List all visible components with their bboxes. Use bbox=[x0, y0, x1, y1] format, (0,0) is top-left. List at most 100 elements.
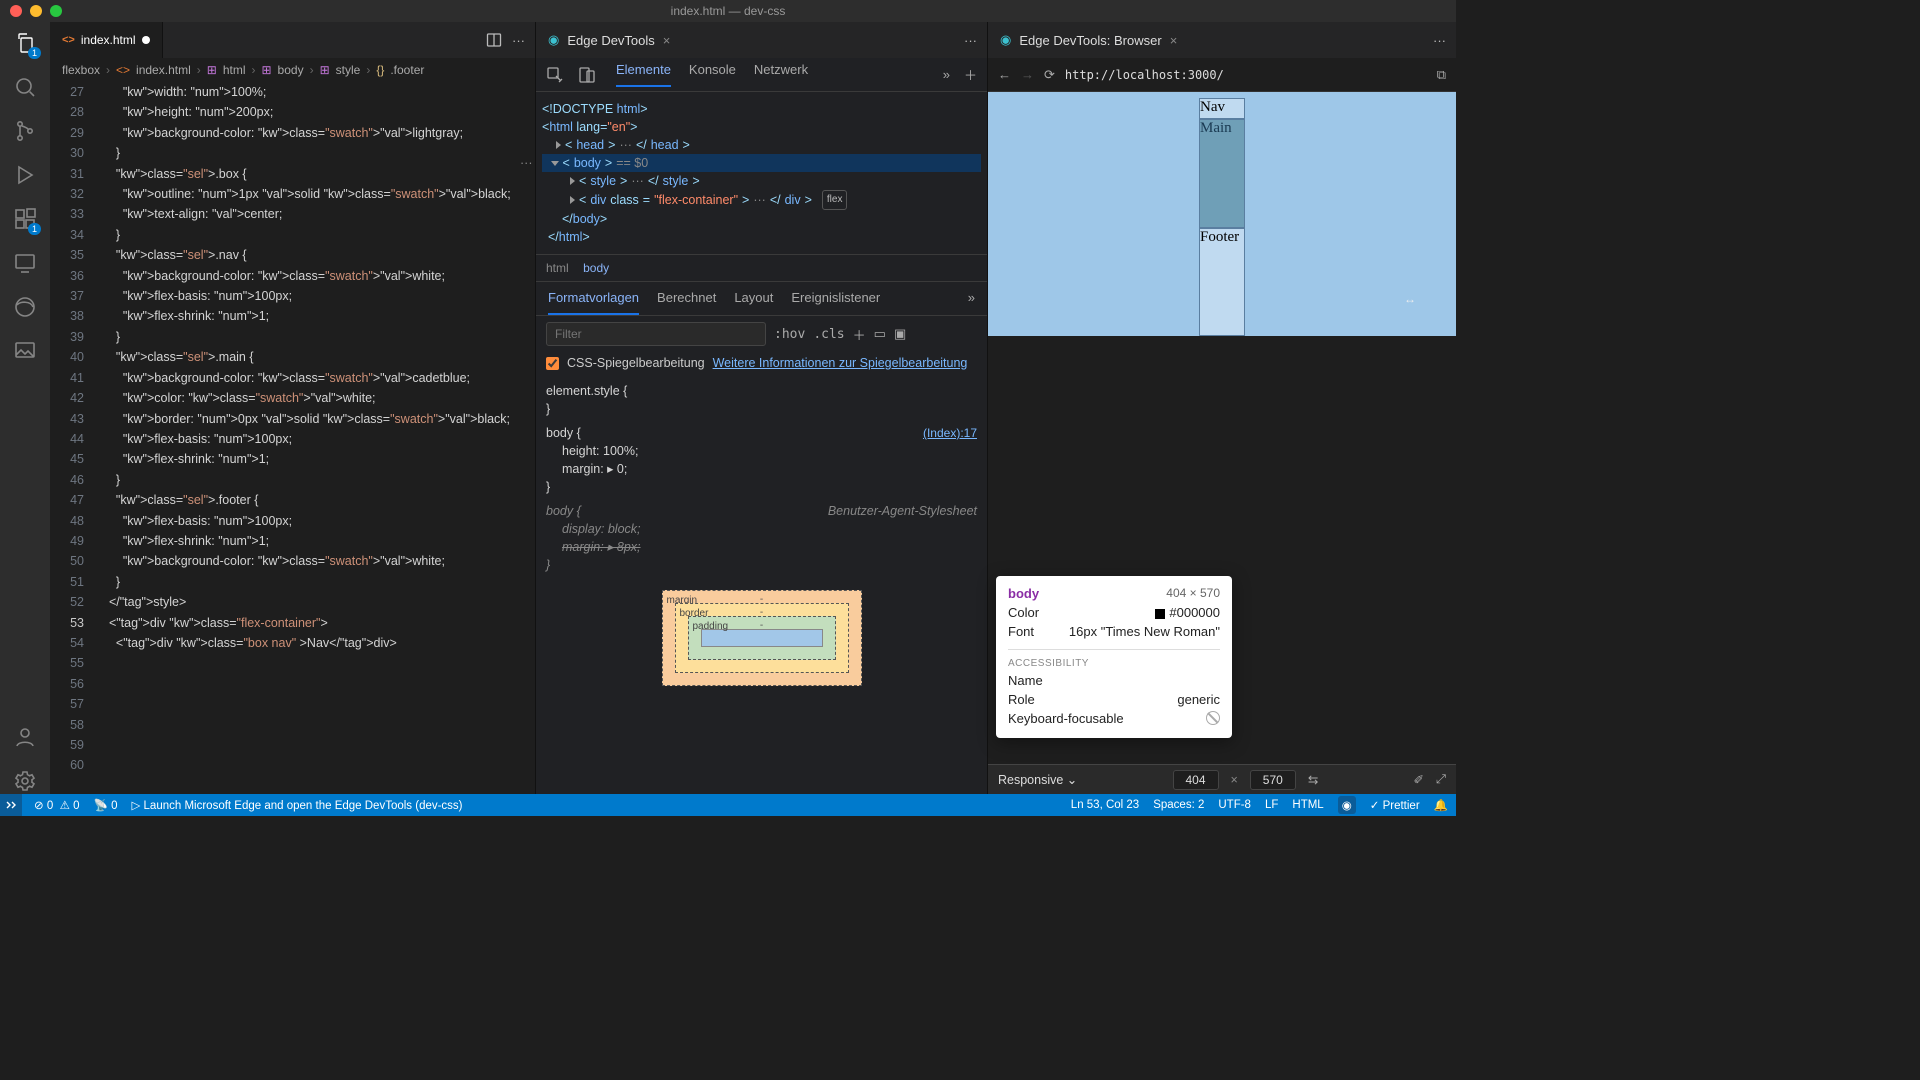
inspect-color-label: Color bbox=[1008, 605, 1039, 620]
rendered-page[interactable]: Nav Main Footer ↔ bbox=[988, 92, 1456, 336]
reload-icon[interactable]: ⟳ bbox=[1044, 67, 1055, 83]
activity-bar: 1 1 bbox=[0, 22, 50, 794]
css-mirror-label: CSS-Spiegelbearbeitung bbox=[567, 356, 705, 370]
edge-logo-icon: ◉ bbox=[548, 32, 559, 48]
remote-icon[interactable] bbox=[12, 250, 38, 276]
more-panels-icon[interactable]: » bbox=[943, 67, 950, 82]
settings-gear-icon[interactable] bbox=[12, 768, 38, 794]
breadcrumb-item[interactable]: flexbox bbox=[62, 63, 100, 77]
status-bell-icon[interactable]: 🔔 bbox=[1434, 798, 1448, 812]
breadcrumb-item[interactable]: html bbox=[223, 63, 246, 77]
inspect-accessibility-header: ACCESSIBILITY bbox=[1008, 649, 1220, 669]
viewport-width-input[interactable] bbox=[1173, 770, 1219, 790]
explorer-badge: 1 bbox=[28, 47, 41, 59]
close-icon[interactable]: × bbox=[663, 33, 671, 48]
back-icon[interactable]: ← bbox=[998, 67, 1011, 82]
status-cursor[interactable]: Ln 53, Col 23 bbox=[1071, 799, 1139, 811]
forward-icon[interactable]: → bbox=[1021, 67, 1034, 82]
dom-tree[interactable]: <!DOCTYPE html> <html lang="en"> <head> … bbox=[536, 92, 987, 254]
status-launch-hint[interactable]: ▷ Launch Microsoft Edge and open the Edg… bbox=[131, 798, 462, 812]
add-rule-icon[interactable]: ＋ bbox=[853, 325, 866, 344]
close-window-icon[interactable] bbox=[10, 5, 22, 17]
inspect-name-label: Name bbox=[1008, 673, 1043, 688]
tab-styles[interactable]: Formatvorlagen bbox=[548, 290, 639, 315]
minimize-window-icon[interactable] bbox=[30, 5, 42, 17]
dom-breadcrumb[interactable]: html body bbox=[536, 254, 987, 282]
line-gutter: 2728293031323334353637383940414243444546… bbox=[50, 82, 102, 794]
inspect-role-value: generic bbox=[1177, 692, 1220, 707]
devtools-tab-label: Edge DevTools bbox=[567, 33, 654, 48]
code-editor[interactable]: "kw">width: "num">100%; "kw">height: "nu… bbox=[102, 82, 535, 794]
browser-tab[interactable]: ◉ Edge DevTools: Browser × bbox=[988, 22, 1189, 58]
breadcrumb-item[interactable]: .footer bbox=[390, 63, 424, 77]
status-eol[interactable]: LF bbox=[1265, 799, 1278, 811]
status-edge-icon[interactable]: ◉ bbox=[1338, 796, 1356, 814]
open-external-icon[interactable]: ⧉ bbox=[1437, 67, 1446, 83]
box-model-diagram[interactable]: margin- border- padding- bbox=[662, 590, 862, 686]
html-file-icon: <> bbox=[62, 34, 75, 46]
search-icon[interactable] bbox=[12, 74, 38, 100]
account-icon[interactable] bbox=[12, 724, 38, 750]
screenshot-icon[interactable]: ✐ bbox=[1414, 772, 1424, 787]
preview-main-box: Main bbox=[1199, 119, 1245, 227]
mac-titlebar: index.html — dev-css bbox=[0, 0, 1456, 22]
status-spaces[interactable]: Spaces: 2 bbox=[1153, 799, 1204, 811]
hov-toggle[interactable]: :hov bbox=[774, 327, 805, 342]
status-lang[interactable]: HTML bbox=[1292, 799, 1323, 811]
styles-filter-input[interactable] bbox=[546, 322, 766, 346]
tab-layout[interactable]: Layout bbox=[734, 290, 773, 315]
flex-editor-icon[interactable]: ▭ bbox=[874, 326, 886, 342]
tab-listeners[interactable]: Ereignislistener bbox=[791, 290, 880, 315]
tab-network[interactable]: Netzwerk bbox=[754, 62, 808, 87]
css-mirror-link[interactable]: Weitere Informationen zur Spiegelbearbei… bbox=[713, 356, 968, 370]
breadcrumb[interactable]: flexbox› <>index.html› ⊞html› ⊞body› ⊞st… bbox=[50, 58, 535, 82]
status-errors[interactable]: ⊘ 0 ⚠ 0 bbox=[34, 798, 80, 812]
inspect-font-label: Font bbox=[1008, 624, 1034, 639]
device-mode-select[interactable]: Responsive ⌄ bbox=[998, 772, 1077, 787]
inspect-dimensions: 404 × 570 bbox=[1166, 586, 1220, 600]
inspect-focus-label: Keyboard-focusable bbox=[1008, 711, 1124, 726]
extensions-icon[interactable]: 1 bbox=[12, 206, 38, 232]
breadcrumb-item[interactable]: style bbox=[336, 63, 361, 77]
status-prettier[interactable]: ✓ Prettier bbox=[1370, 798, 1420, 812]
cls-toggle[interactable]: .cls bbox=[813, 327, 844, 342]
fullscreen-preview-icon[interactable]: ⤢ bbox=[1436, 772, 1446, 787]
device-toggle-icon[interactable] bbox=[578, 66, 596, 84]
image-preview-icon[interactable] bbox=[12, 338, 38, 364]
split-editor-icon[interactable] bbox=[486, 32, 502, 48]
add-panel-icon[interactable]: ＋ bbox=[964, 65, 977, 84]
tab-computed[interactable]: Berechnet bbox=[657, 290, 716, 315]
fullscreen-window-icon[interactable] bbox=[50, 5, 62, 17]
viewport-height-input[interactable] bbox=[1250, 770, 1296, 790]
element-inspect-tooltip: body404 × 570 Color#000000 Font16px "Tim… bbox=[996, 576, 1232, 738]
more-subtabs-icon[interactable]: » bbox=[968, 290, 975, 315]
rotate-icon[interactable]: ⇆ bbox=[1308, 772, 1318, 787]
styles-pane[interactable]: element.style { } body {(Index):17 heigh… bbox=[536, 378, 987, 690]
remote-indicator-icon[interactable] bbox=[0, 794, 22, 816]
resize-handle-icon[interactable]: ↔ bbox=[1404, 292, 1416, 306]
close-icon[interactable]: × bbox=[1170, 33, 1178, 48]
css-mirror-checkbox[interactable] bbox=[546, 357, 559, 370]
window-title: index.html — dev-css bbox=[671, 4, 786, 18]
breadcrumb-item[interactable]: body bbox=[278, 63, 304, 77]
url-bar[interactable]: http://localhost:3000/ bbox=[1065, 68, 1427, 82]
computed-toggle-icon[interactable]: ▣ bbox=[894, 326, 906, 342]
explorer-icon[interactable]: 1 bbox=[12, 30, 38, 56]
more-actions-icon[interactable]: ··· bbox=[964, 33, 977, 48]
devtools-tab[interactable]: ◉ Edge DevTools × bbox=[536, 22, 682, 58]
source-link[interactable]: (Index):17 bbox=[923, 424, 977, 442]
status-bar: ⊘ 0 ⚠ 0 📡 0 ▷ Launch Microsoft Edge and … bbox=[0, 794, 1456, 816]
status-encoding[interactable]: UTF-8 bbox=[1218, 799, 1251, 811]
dim-separator: × bbox=[1231, 773, 1238, 787]
status-ports[interactable]: 📡 0 bbox=[94, 798, 118, 812]
more-actions-icon[interactable]: ··· bbox=[1433, 33, 1446, 48]
more-actions-icon[interactable]: ··· bbox=[512, 33, 525, 48]
editor-tab-index[interactable]: <> index.html bbox=[50, 22, 163, 58]
source-control-icon[interactable] bbox=[12, 118, 38, 144]
edge-tools-icon[interactable] bbox=[12, 294, 38, 320]
breadcrumb-item[interactable]: index.html bbox=[136, 63, 191, 77]
tab-console[interactable]: Konsole bbox=[689, 62, 736, 87]
tab-elements[interactable]: Elemente bbox=[616, 62, 671, 87]
inspect-element-icon[interactable] bbox=[546, 66, 564, 84]
run-debug-icon[interactable] bbox=[12, 162, 38, 188]
